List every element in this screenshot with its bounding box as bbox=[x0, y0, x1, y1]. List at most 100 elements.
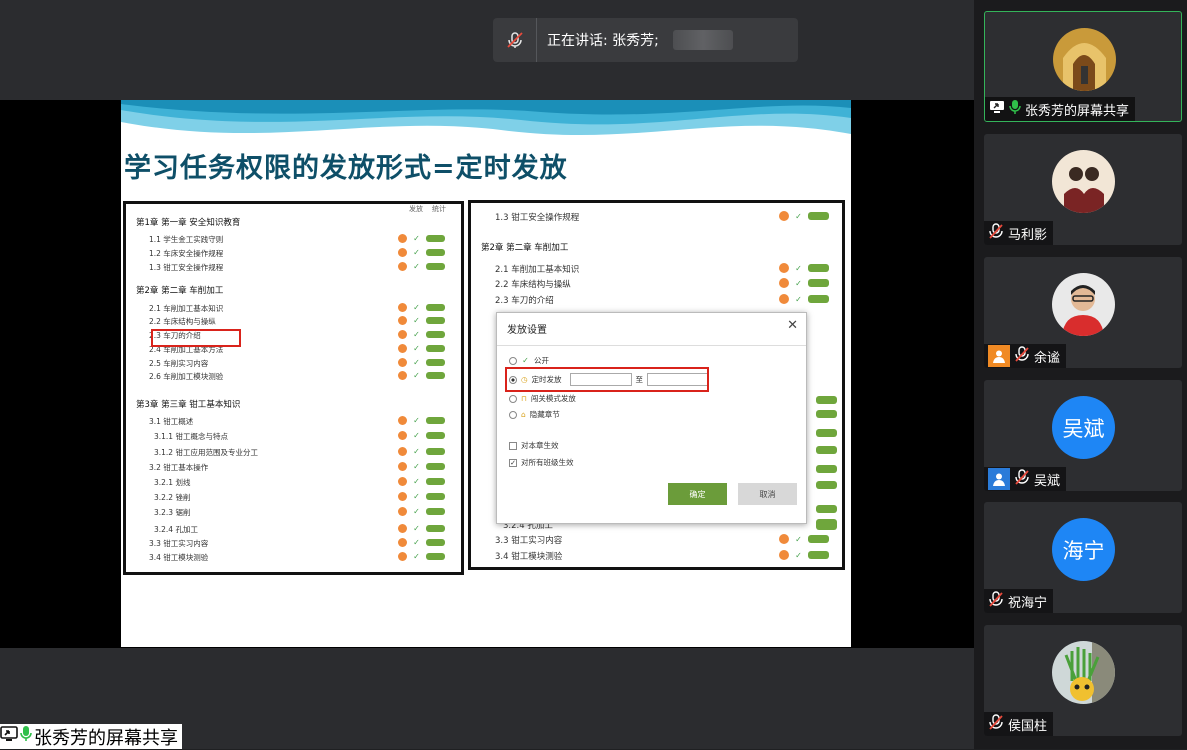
section-row[interactable]: 3.1.1 钳工概念与特点 bbox=[154, 431, 228, 442]
lock-icon: ⌂ bbox=[521, 410, 526, 419]
release-icon[interactable] bbox=[398, 303, 407, 312]
section-row[interactable]: 1.3 钳工安全操作规程 bbox=[149, 262, 223, 273]
progress-badge bbox=[426, 525, 445, 532]
section-row[interactable]: 3.4 钳工模块测验 bbox=[495, 550, 562, 562]
section-row[interactable]: 2.2 车床结构与操纵 bbox=[495, 278, 571, 290]
section-row[interactable]: 2.3 车刀的介绍 bbox=[495, 294, 554, 306]
participant-tile[interactable]: 马利影 bbox=[984, 134, 1182, 245]
radio-level[interactable] bbox=[509, 394, 517, 403]
release-icon[interactable] bbox=[398, 462, 407, 471]
radio-public[interactable] bbox=[509, 356, 517, 365]
highlight-box bbox=[505, 367, 709, 392]
progress-badge bbox=[816, 519, 837, 527]
cancel-button[interactable]: 取消 bbox=[738, 483, 797, 505]
release-icon[interactable] bbox=[398, 477, 407, 486]
section-row[interactable]: 3.2.2 锉削 bbox=[154, 492, 190, 503]
section-row[interactable]: 3.2.1 划线 bbox=[154, 477, 190, 488]
checkbox-chapter[interactable] bbox=[509, 441, 517, 450]
release-icon[interactable] bbox=[398, 344, 407, 353]
release-icon[interactable] bbox=[779, 278, 789, 288]
progress-badge bbox=[808, 535, 829, 543]
release-icon[interactable] bbox=[398, 330, 407, 339]
release-icon[interactable] bbox=[398, 447, 407, 456]
release-icon[interactable] bbox=[398, 492, 407, 501]
check-icon: ✓ bbox=[413, 447, 420, 456]
progress-badge bbox=[426, 235, 445, 242]
release-icon[interactable] bbox=[779, 263, 789, 273]
release-icon[interactable] bbox=[398, 431, 407, 440]
section-row[interactable]: 1.2 车床安全操作规程 bbox=[149, 248, 223, 259]
option-public[interactable]: ✓ 公开 bbox=[509, 355, 549, 366]
release-icon[interactable] bbox=[398, 538, 407, 547]
participant-tile[interactable]: 张秀芳的屏幕共享 bbox=[984, 11, 1182, 122]
row-indicators: ✓ bbox=[398, 303, 445, 312]
release-icon[interactable] bbox=[398, 552, 407, 561]
section-row[interactable]: 3.2.3 锯削 bbox=[154, 507, 190, 518]
highlight-box bbox=[151, 329, 241, 347]
section-row[interactable]: 3.1 钳工概述 bbox=[149, 416, 193, 427]
progress-badge bbox=[426, 359, 445, 366]
row-indicators: ✓ bbox=[398, 416, 445, 425]
participant-tile[interactable]: 吴斌 吴斌 bbox=[984, 380, 1182, 491]
avatar-photo-couple bbox=[1052, 150, 1115, 213]
confirm-button[interactable]: 确定 bbox=[668, 483, 727, 505]
section-row[interactable]: 3.1.2 钳工应用范围及专业分工 bbox=[154, 447, 258, 458]
release-icon[interactable] bbox=[779, 211, 789, 221]
release-icon[interactable] bbox=[779, 294, 789, 304]
row-indicators: ✓ bbox=[398, 431, 445, 440]
close-icon[interactable]: ✕ bbox=[787, 318, 798, 333]
option-hidden-label: 隐藏章节 bbox=[529, 410, 560, 419]
section-row[interactable]: 2.5 车削实习内容 bbox=[149, 358, 208, 369]
row-indicators: ✓ bbox=[779, 263, 829, 273]
release-icon[interactable] bbox=[398, 234, 407, 243]
row-indicators: ✓ bbox=[398, 447, 445, 456]
row-indicators: ✓ bbox=[779, 534, 829, 544]
release-icon[interactable] bbox=[398, 507, 407, 516]
row-indicators: ✓ bbox=[398, 262, 445, 271]
chapter-heading[interactable]: 第2章 第二章 车削加工 bbox=[481, 241, 568, 253]
check-all-classes[interactable]: ✓ 对所有班级生效 bbox=[509, 457, 574, 468]
section-row[interactable]: 3.2 钳工基本操作 bbox=[149, 462, 208, 473]
release-icon[interactable] bbox=[398, 248, 407, 257]
progress-badge bbox=[426, 331, 445, 338]
release-icon[interactable] bbox=[398, 316, 407, 325]
section-row[interactable]: 2.1 车削加工基本知识 bbox=[149, 303, 223, 314]
release-icon[interactable] bbox=[398, 371, 407, 380]
mic-icon bbox=[20, 725, 32, 748]
check-chapter[interactable]: 对本章生效 bbox=[509, 440, 559, 451]
column-header: 发放 bbox=[409, 205, 423, 213]
section-row[interactable]: 2.1 车削加工基本知识 bbox=[495, 263, 579, 275]
radio-hidden[interactable] bbox=[509, 410, 517, 419]
row-indicators: ✓ bbox=[398, 344, 445, 353]
progress-badge bbox=[426, 249, 445, 256]
release-icon[interactable] bbox=[398, 358, 407, 367]
section-row[interactable]: 3.3 钳工实习内容 bbox=[149, 538, 208, 549]
release-icon[interactable] bbox=[398, 416, 407, 425]
participant-tile[interactable]: 侯国柱 bbox=[984, 625, 1182, 736]
release-icon[interactable] bbox=[779, 550, 789, 560]
participant-tile[interactable]: 余谧 bbox=[984, 257, 1182, 368]
check-icon: ✓ bbox=[413, 330, 420, 339]
mic-muted-icon[interactable] bbox=[493, 18, 537, 62]
section-row[interactable]: 3.4 钳工模块测验 bbox=[149, 552, 208, 563]
section-row[interactable]: 3.2.4 孔加工 bbox=[154, 524, 198, 535]
checkbox-all-classes[interactable]: ✓ bbox=[509, 458, 517, 467]
option-level[interactable]: ⊓ 闯关模式发放 bbox=[509, 393, 576, 404]
chapter-heading[interactable]: 第3章 第三章 钳工基本知识 bbox=[136, 398, 240, 410]
section-row[interactable]: 3.3 钳工实习内容 bbox=[495, 534, 562, 546]
chapter-heading[interactable]: 第1章 第一章 安全知识教育 bbox=[136, 216, 240, 228]
section-row[interactable]: 2.6 车削加工模块测验 bbox=[149, 371, 223, 382]
divider bbox=[497, 345, 806, 346]
chapter-heading[interactable]: 第2章 第二章 车削加工 bbox=[136, 284, 223, 296]
participant-tile[interactable]: 海宁 祝海宁 bbox=[984, 502, 1182, 613]
section-row[interactable]: 2.2 车床结构与操纵 bbox=[149, 316, 216, 327]
participant-name: 侯国柱 bbox=[1008, 718, 1048, 734]
release-icon[interactable] bbox=[779, 534, 789, 544]
avatar-photo-man bbox=[1052, 273, 1115, 336]
release-icon[interactable] bbox=[398, 262, 407, 271]
row-indicators: ✓ bbox=[779, 278, 829, 288]
option-hidden[interactable]: ⌂ 隐藏章节 bbox=[509, 409, 560, 420]
section-row[interactable]: 1.3 钳工安全操作规程 bbox=[495, 211, 579, 223]
release-icon[interactable] bbox=[398, 524, 407, 533]
section-row[interactable]: 1.1 学生金工实践守则 bbox=[149, 234, 223, 245]
